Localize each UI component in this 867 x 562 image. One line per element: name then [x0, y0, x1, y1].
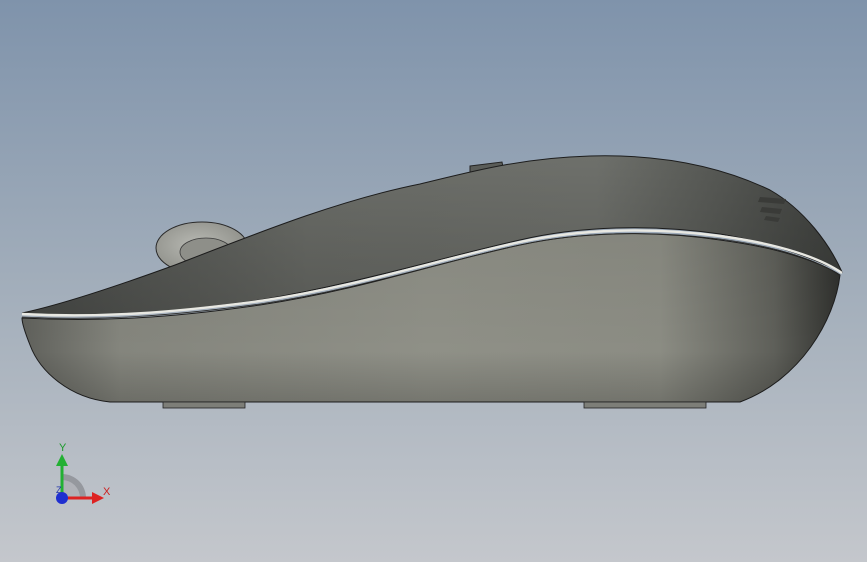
coordinate-triad: Y X Z [40, 440, 120, 510]
x-axis-label: X [103, 486, 111, 498]
graphics-viewport[interactable]: Y X Z [0, 0, 867, 562]
z-axis-label: Z [56, 485, 62, 495]
y-axis-arrow-icon [56, 454, 68, 466]
front-foot [162, 401, 246, 409]
mouse-model[interactable] [0, 0, 867, 562]
y-axis-label: Y [59, 442, 67, 454]
triad-graphic [56, 454, 104, 504]
rear-foot [583, 401, 707, 409]
